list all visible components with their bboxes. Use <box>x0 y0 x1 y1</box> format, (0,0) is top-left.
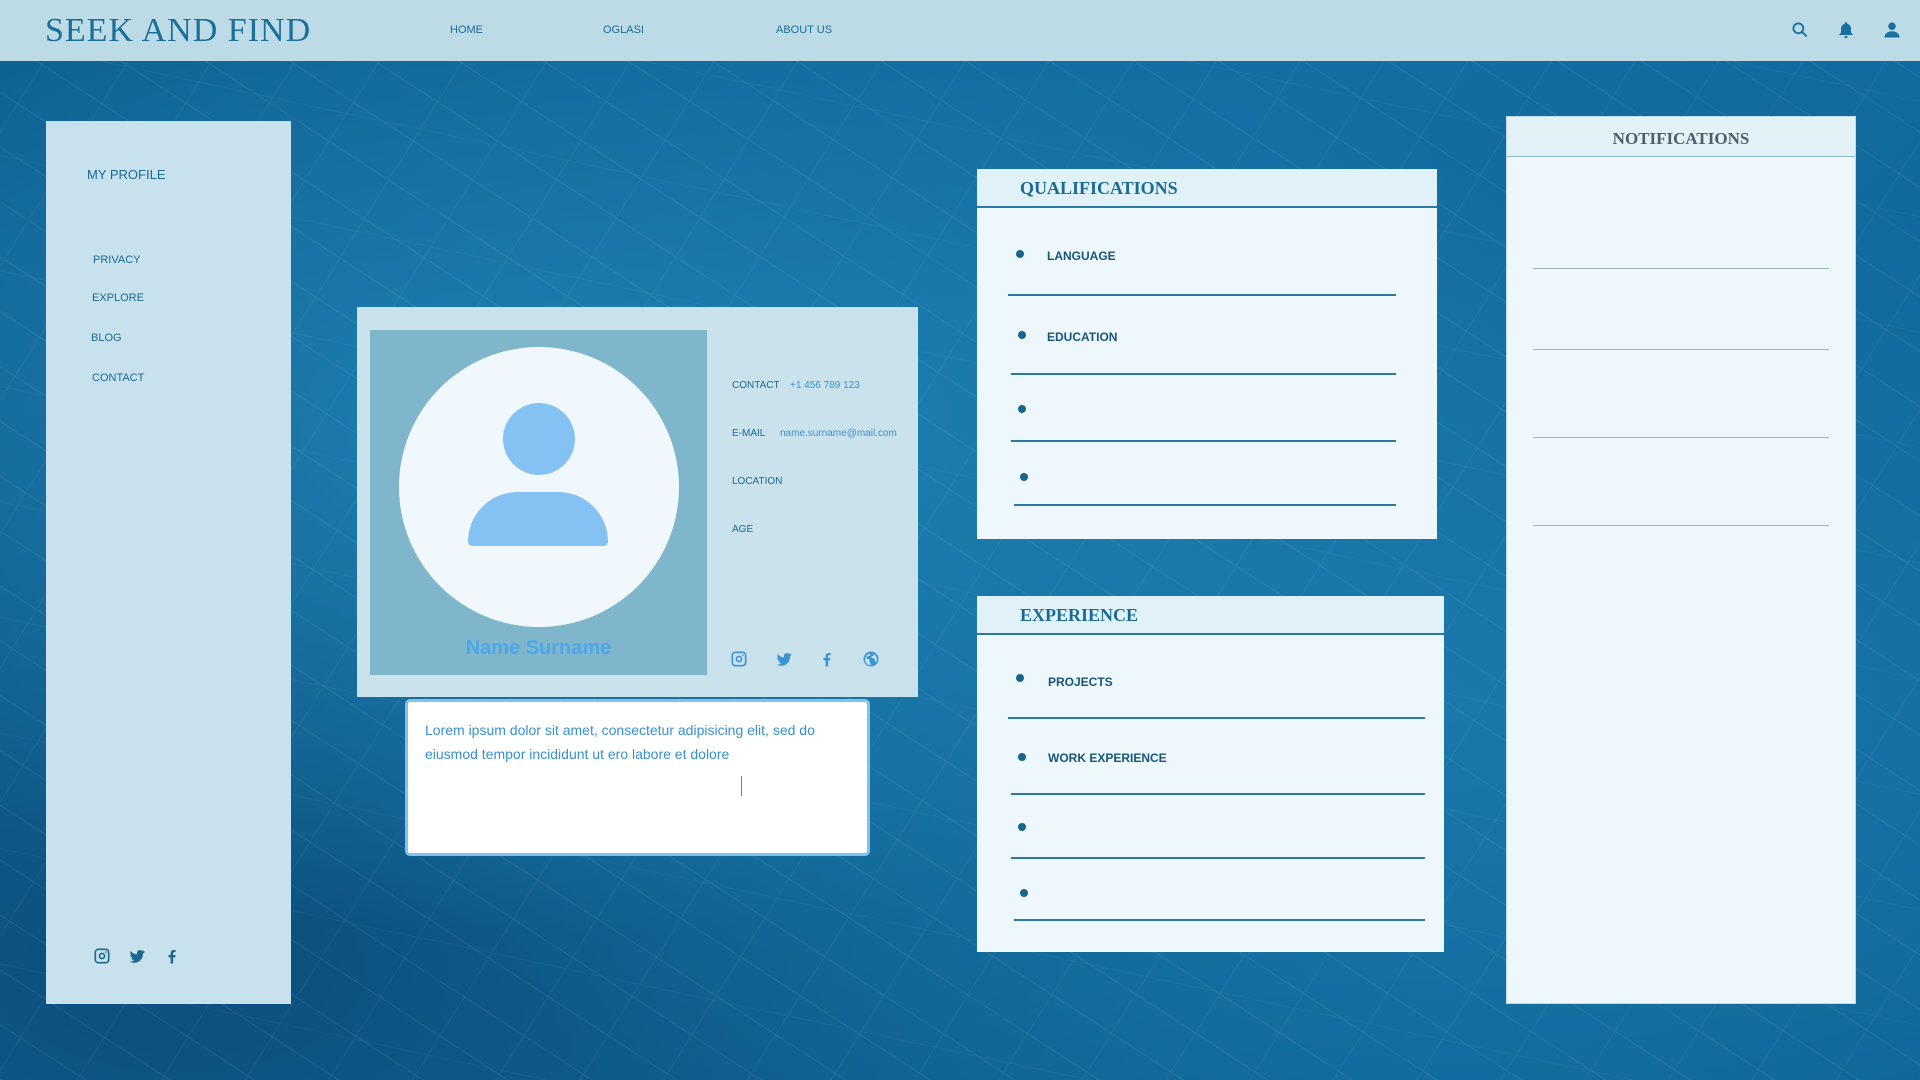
sidebar-item-blog[interactable]: BLOG <box>91 332 122 344</box>
twitter-icon[interactable] <box>128 947 146 965</box>
text-caret <box>741 776 742 796</box>
brand-logo[interactable]: SEEK AND FIND <box>45 12 311 50</box>
qualifications-panel: QUALIFICATIONS LANGUAGE EDUCATION <box>977 169 1437 539</box>
item-divider <box>1011 373 1396 375</box>
bell-icon[interactable] <box>1836 20 1856 40</box>
notification-divider <box>1533 525 1829 526</box>
bullet <box>1020 889 1028 897</box>
sidebar-item-explore[interactable]: EXPLORE <box>92 292 144 304</box>
twitter-icon[interactable] <box>775 650 793 668</box>
bullet <box>1018 753 1026 761</box>
sidebar-item-contact[interactable]: CONTACT <box>92 372 144 384</box>
instagram-icon[interactable] <box>93 947 111 965</box>
nav-home[interactable]: HOME <box>450 24 483 36</box>
bullet <box>1018 823 1026 831</box>
notifications-panel: NOTIFICATIONS <box>1506 116 1856 1004</box>
age-label: AGE <box>732 524 754 535</box>
item-divider <box>1008 717 1425 719</box>
item-divider <box>1008 294 1396 296</box>
sidebar: MY PROFILE PRIVACY EXPLORE BLOG CONTACT <box>46 121 291 1004</box>
sidebar-my-profile[interactable]: MY PROFILE <box>87 167 166 182</box>
bullet <box>1018 405 1026 413</box>
item-divider <box>1011 793 1425 795</box>
profile-photo-frame: Name Surname <box>370 330 707 675</box>
experience-title: EXPERIENCE <box>1020 605 1139 625</box>
experience-panel: EXPERIENCE PROJECTS WORK EXPERIENCE <box>977 596 1444 952</box>
bullet <box>1018 331 1026 339</box>
avatar[interactable] <box>399 347 679 627</box>
qualifications-title: QUALIFICATIONS <box>1020 178 1178 198</box>
email-value[interactable]: name.surname@mail.com <box>780 428 897 439</box>
item-divider <box>1011 857 1425 859</box>
bio-text: Lorem ipsum dolor sit amet, consectetur … <box>425 722 815 762</box>
facebook-icon[interactable] <box>818 650 836 668</box>
email-label: E-MAIL <box>732 428 766 439</box>
facebook-icon[interactable] <box>163 947 181 965</box>
bullet <box>1016 250 1024 258</box>
bullet <box>1020 473 1028 481</box>
contact-value[interactable]: +1 456 789 123 <box>790 380 860 391</box>
item-divider <box>1014 504 1396 506</box>
experience-header: EXPERIENCE <box>977 596 1444 635</box>
globe-icon[interactable] <box>862 650 880 668</box>
item-divider <box>1011 440 1396 442</box>
location-label: LOCATION <box>732 476 783 487</box>
sidebar-item-privacy[interactable]: PRIVACY <box>93 254 140 266</box>
nav-about-us[interactable]: ABOUT US <box>776 24 832 36</box>
experience-item-work-experience[interactable]: WORK EXPERIENCE <box>1048 751 1167 765</box>
notifications-header: NOTIFICATIONS <box>1507 117 1855 157</box>
instagram-icon[interactable] <box>730 650 748 668</box>
qualification-item-language[interactable]: LANGUAGE <box>1047 249 1116 263</box>
avatar-body-shape <box>468 492 608 546</box>
qualification-item-education[interactable]: EDUCATION <box>1047 330 1117 344</box>
experience-item-projects[interactable]: PROJECTS <box>1048 675 1113 689</box>
qualifications-header: QUALIFICATIONS <box>977 169 1437 208</box>
contact-label: CONTACT <box>732 380 780 391</box>
user-icon[interactable] <box>1882 20 1902 40</box>
profile-name: Name Surname <box>465 637 612 659</box>
notification-divider <box>1533 349 1829 350</box>
notification-divider <box>1533 437 1829 438</box>
avatar-head-shape <box>503 403 575 475</box>
bullet <box>1016 674 1024 682</box>
bio-textarea[interactable]: Lorem ipsum dolor sit amet, consectetur … <box>405 699 870 856</box>
top-navbar: SEEK AND FIND HOME OGLASI ABOUT US <box>0 0 1920 61</box>
profile-card: Name Surname CONTACT +1 456 789 123 E-MA… <box>357 307 918 697</box>
nav-oglasi[interactable]: OGLASI <box>603 24 644 36</box>
search-icon[interactable] <box>1790 20 1810 40</box>
notification-divider <box>1533 268 1829 269</box>
notifications-title: NOTIFICATIONS <box>1612 129 1750 148</box>
item-divider <box>1014 919 1425 921</box>
